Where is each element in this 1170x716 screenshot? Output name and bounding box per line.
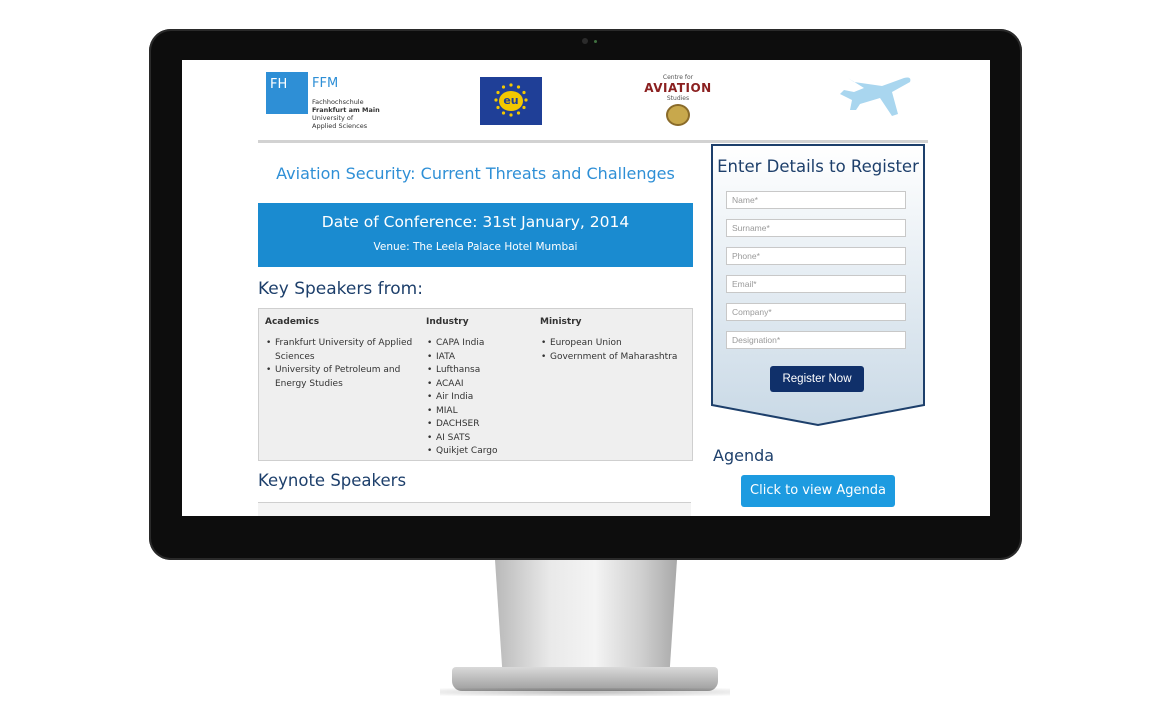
register-title: Enter Details to Register <box>717 157 919 176</box>
phone-field[interactable]: Phone* <box>726 247 906 265</box>
screen: FH FFM Fachhochschule Frankfurt am Main … <box>182 60 990 516</box>
list-item: European Union <box>541 337 690 351</box>
monitor-bezel: FH FFM Fachhochschule Frankfurt am Main … <box>149 29 1022 560</box>
list-item: Frankfurt University of Applied Sciences <box>266 337 425 364</box>
view-agenda-button[interactable]: Click to view Agenda <box>741 475 895 507</box>
column-header: Industry <box>426 317 469 327</box>
fh-line-1: Fachhochschule <box>312 98 364 106</box>
speakers-column-academics: Academics Frankfurt University of Applie… <box>265 317 425 391</box>
keynote-speakers-heading: Keynote Speakers <box>258 471 407 490</box>
key-speakers-heading: Key Speakers from: <box>258 279 423 299</box>
speakers-column-ministry: Ministry European Union Government of Ma… <box>540 317 690 364</box>
list-item: CAPA India <box>427 337 526 351</box>
list-item: MIAL <box>427 405 526 419</box>
fh-line-2-bold: Frankfurt am Main <box>312 106 380 114</box>
registration-panel: Enter Details to Register Name* Surname*… <box>710 143 926 427</box>
fh-logo-text: Fachhochschule Frankfurt am Main Univers… <box>312 98 392 130</box>
industry-list: CAPA India IATA Lufthansa ACAAI Air Indi… <box>426 337 526 459</box>
surname-field[interactable]: Surname* <box>726 219 906 237</box>
cas-emblem-icon <box>666 104 690 126</box>
camera-led <box>594 40 597 43</box>
conference-title: Aviation Security: Current Threats and C… <box>276 164 675 183</box>
conference-venue: Venue: The Leela Palace Hotel Mumbai <box>373 241 578 253</box>
fh-line-4: Applied Sciences <box>312 122 368 130</box>
fh-logo-box: FH <box>266 72 308 114</box>
list-item: DACHSER <box>427 418 526 432</box>
eu-label: eu <box>499 91 523 111</box>
list-item: Government of Maharashtra <box>541 351 690 365</box>
list-item: Quikjet Cargo <box>427 445 526 459</box>
academics-list: Frankfurt University of Applied Sciences… <box>265 337 425 391</box>
cas-sub-text: Studies <box>666 95 690 102</box>
stand-shadow <box>440 688 730 696</box>
fh-frankfurt-logo: FH FFM Fachhochschule Frankfurt am Main … <box>266 72 386 136</box>
list-item: IATA <box>427 351 526 365</box>
fh-logo-ffm: FFM <box>312 76 339 91</box>
cas-top-text: Centre for <box>662 74 694 81</box>
speakers-table: Academics Frankfurt University of Applie… <box>258 308 693 461</box>
centre-for-aviation-studies-logo: Centre for AVIATION Studies <box>638 74 718 132</box>
agenda-heading: Agenda <box>713 446 775 465</box>
column-header: Ministry <box>540 317 582 327</box>
list-item: Lufthansa <box>427 364 526 378</box>
name-field[interactable]: Name* <box>726 191 906 209</box>
register-now-button[interactable]: Register Now <box>770 366 864 392</box>
list-item: University of Petroleum and Energy Studi… <box>266 364 425 391</box>
conference-date: Date of Conference: 31st January, 2014 <box>321 213 630 231</box>
company-field[interactable]: Company* <box>726 303 906 321</box>
keynote-table <box>258 502 691 516</box>
designation-field[interactable]: Designation* <box>726 331 906 349</box>
camera-icon <box>582 38 588 44</box>
ministry-list: European Union Government of Maharashtra <box>540 337 690 364</box>
monitor-stand-neck <box>495 560 677 670</box>
list-item: AI SATS <box>427 432 526 446</box>
list-item: Air India <box>427 391 526 405</box>
date-banner: Date of Conference: 31st January, 2014 V… <box>258 203 693 267</box>
fh-line-3: University of <box>312 114 354 122</box>
cas-main-text: AVIATION <box>644 81 712 95</box>
airplane-icon <box>840 74 911 116</box>
eu-flag-logo: eu <box>480 77 542 125</box>
fh-line-2: Frankfurt am Main <box>312 106 392 114</box>
column-header: Academics <box>265 317 320 327</box>
email-field[interactable]: Email* <box>726 275 906 293</box>
list-item: ACAAI <box>427 378 526 392</box>
speakers-column-industry: Industry CAPA India IATA Lufthansa ACAAI… <box>426 317 526 459</box>
